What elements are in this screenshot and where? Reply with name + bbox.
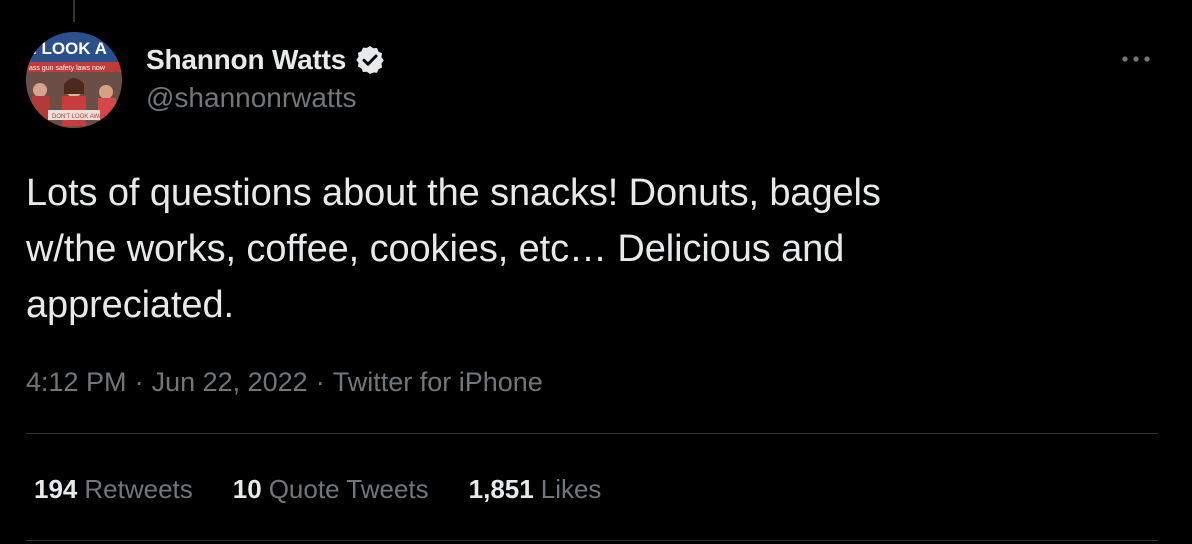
thread-connector-line: [73, 0, 75, 22]
author-handle[interactable]: @shannonrwatts: [146, 82, 386, 114]
author-block: Shannon Watts @shannonrwatts: [146, 40, 386, 114]
avatar-sign-text: I LOOK A: [32, 39, 107, 58]
tweet-text-line: Lots of questions about the snacks! Donu…: [26, 172, 881, 214]
tweet-text-line: w/the works, coffee, cookies, etc… Delic…: [26, 228, 845, 270]
likes-stat[interactable]: 1,851 Likes: [469, 474, 602, 505]
divider: [26, 540, 1158, 541]
retweets-count: 194: [34, 473, 78, 504]
name-row: Shannon Watts: [146, 40, 386, 80]
quote-tweets-stat[interactable]: 10 Quote Tweets: [233, 474, 429, 505]
more-horizontal-icon[interactable]: [1118, 46, 1154, 72]
meta-separator: ·: [315, 366, 325, 397]
retweets-label: Retweets: [84, 473, 193, 504]
tweet-metadata: 4:12 PM · Jun 22, 2022 · Twitter for iPh…: [26, 364, 543, 400]
quote-tweets-label: Quote Tweets: [268, 473, 429, 504]
avatar[interactable]: I LOOK A ass gun safety laws now DON'T L…: [26, 32, 122, 128]
tweet-time[interactable]: 4:12 PM: [26, 367, 127, 398]
avatar-image: I LOOK A ass gun safety laws now DON'T L…: [26, 32, 122, 128]
verified-badge-icon: [354, 44, 386, 76]
tweet-text-line: appreciated.: [26, 284, 234, 326]
author-display-name[interactable]: Shannon Watts: [146, 44, 346, 76]
tweet-text: Lots of questions about the snacks! Donu…: [26, 165, 1146, 333]
retweets-stat[interactable]: 194 Retweets: [34, 474, 193, 505]
tweet-date[interactable]: Jun 22, 2022: [152, 367, 308, 398]
likes-count: 1,851: [468, 473, 534, 504]
avatar-footer-text: DON'T LOOK AWAY: [52, 114, 107, 120]
quote-tweets-count: 10: [232, 473, 262, 504]
tweet-detail: I LOOK A ass gun safety laws now DON'T L…: [0, 0, 1192, 544]
meta-separator: ·: [134, 366, 144, 397]
likes-label: Likes: [540, 473, 602, 504]
engagement-stats: 194 Retweets 10 Quote Tweets 1,851 Likes: [34, 470, 641, 508]
avatar-banner-text: ass gun safety laws now: [29, 65, 106, 72]
tweet-source[interactable]: Twitter for iPhone: [333, 367, 543, 398]
divider: [26, 433, 1158, 434]
